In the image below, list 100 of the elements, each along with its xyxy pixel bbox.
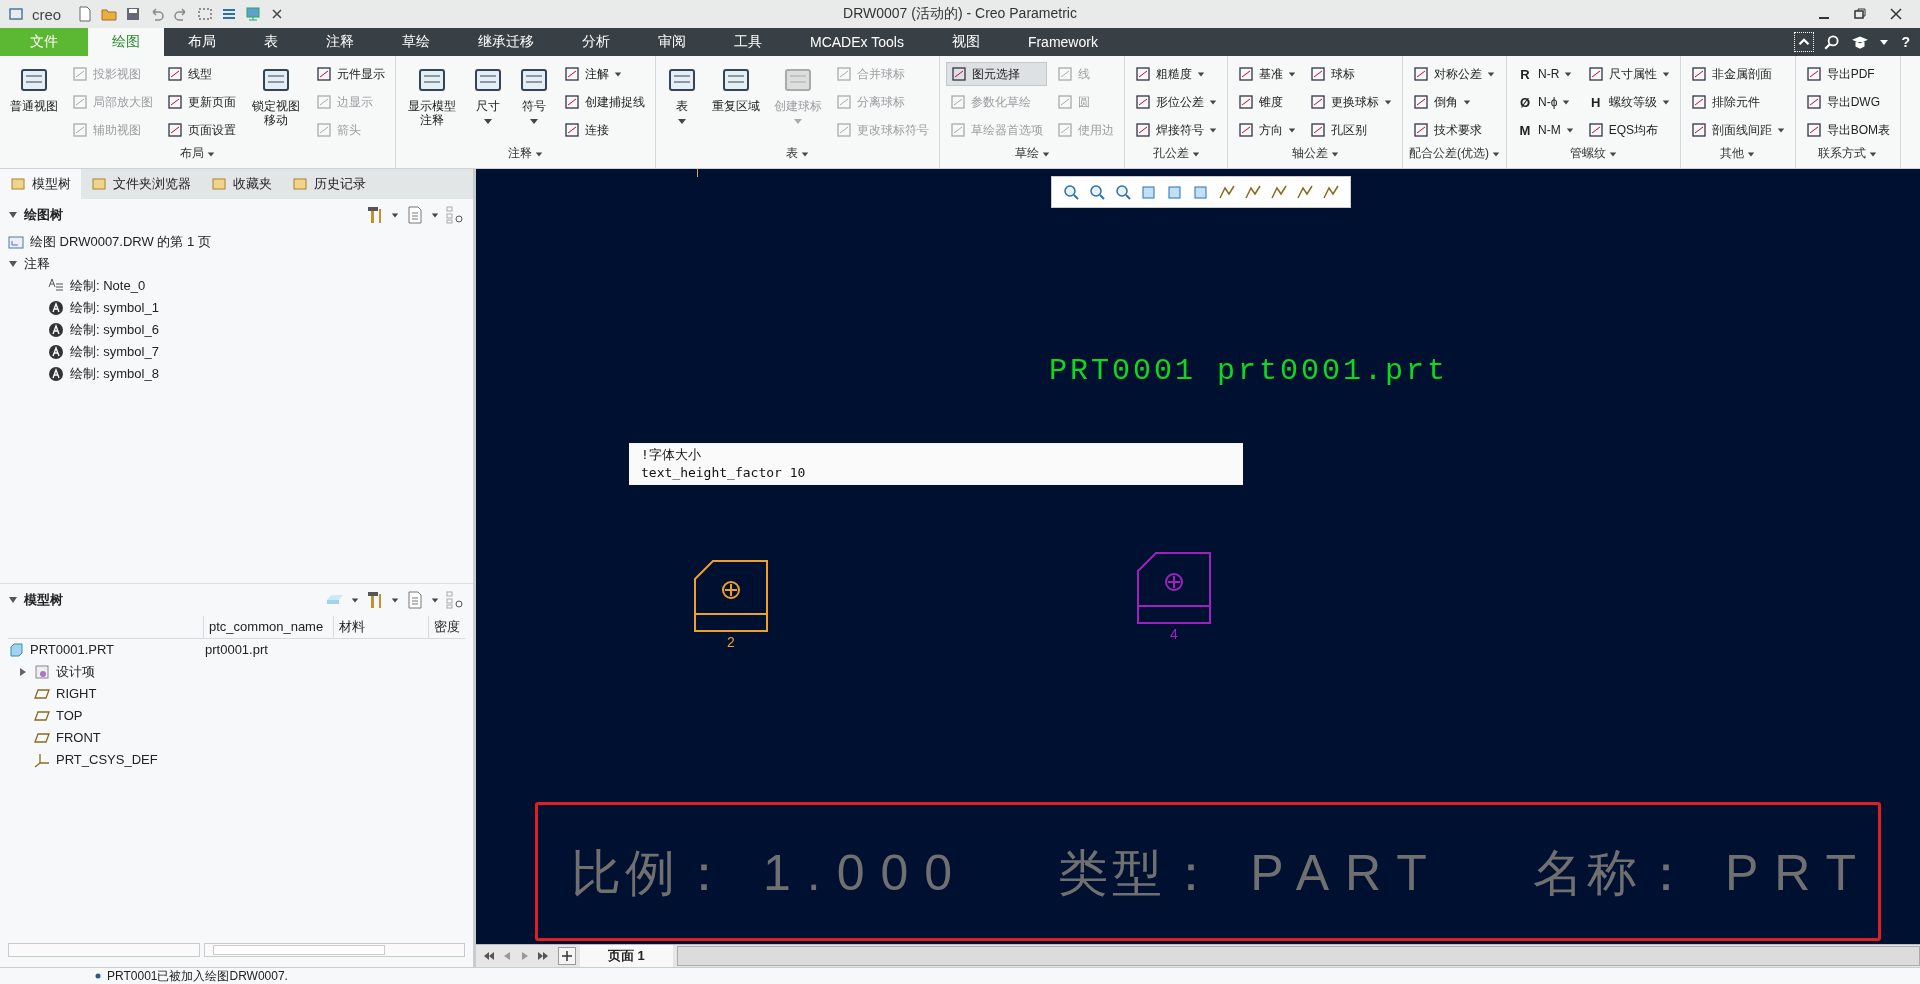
tree-item[interactable]: PRT_CSYS_DEF xyxy=(56,749,158,771)
column-header[interactable]: 密度 xyxy=(428,616,464,638)
group-label[interactable]: 轴公差 xyxy=(1291,143,1328,164)
ribbon-button[interactable]: 锁定视图移动 xyxy=(246,62,306,130)
caret-icon[interactable] xyxy=(1191,149,1200,158)
view-tool-icon[interactable] xyxy=(1088,183,1106,201)
tree-filter-icon[interactable] xyxy=(445,590,465,610)
view-tool-icon[interactable] xyxy=(1296,183,1314,201)
collapse-ribbon-icon[interactable] xyxy=(1795,33,1814,51)
ribbon-button[interactable]: M N-M xyxy=(1513,118,1578,142)
ribbon-button[interactable]: 粗糙度 xyxy=(1131,62,1221,86)
caret-icon[interactable] xyxy=(431,596,439,604)
panel-tab[interactable]: 文件夹浏览器 xyxy=(81,169,201,199)
view-tool-icon[interactable] xyxy=(1062,183,1080,201)
ribbon-button[interactable]: Ø N-ϕ xyxy=(1513,90,1578,114)
save-icon[interactable] xyxy=(125,6,142,22)
selection-box-icon[interactable] xyxy=(197,6,214,22)
view-tool-icon[interactable] xyxy=(1322,183,1340,201)
add-page-icon[interactable] xyxy=(558,947,576,965)
caret-icon[interactable] xyxy=(391,596,399,604)
scrollbar[interactable] xyxy=(8,943,200,957)
caret-icon[interactable] xyxy=(351,596,359,604)
ribbon-tab[interactable]: 工具 xyxy=(710,28,786,56)
group-label[interactable]: 孔公差 xyxy=(1152,143,1189,164)
panel-tab[interactable]: 收藏夹 xyxy=(201,169,282,199)
help-button[interactable]: ? xyxy=(1901,34,1910,50)
ribbon-tab[interactable]: 注释 xyxy=(302,28,378,56)
ribbon-button[interactable]: 基准 xyxy=(1234,62,1300,86)
ribbon-button[interactable]: 尺寸 xyxy=(468,62,508,129)
expand-triangle-icon[interactable] xyxy=(8,259,18,269)
undo-icon[interactable] xyxy=(149,6,166,22)
ribbon-button[interactable]: 普通视图 xyxy=(6,62,62,116)
ribbon-tab[interactable]: 视图 xyxy=(927,28,1004,56)
caret-icon[interactable] xyxy=(1492,149,1500,158)
ribbon-button[interactable]: 创建捕捉线 xyxy=(560,90,649,114)
ribbon-button[interactable]: H 螺纹等级 xyxy=(1583,90,1674,114)
collapse-triangle-icon[interactable] xyxy=(8,595,18,605)
tree-item[interactable]: RIGHT xyxy=(56,683,97,705)
caret-icon[interactable] xyxy=(1608,149,1617,158)
group-label[interactable]: 草绘 xyxy=(1014,143,1039,164)
scrollbar[interactable] xyxy=(204,943,465,957)
caret-icon[interactable] xyxy=(431,211,439,219)
tree-filter-icon[interactable] xyxy=(445,205,465,225)
caret-icon[interactable] xyxy=(207,149,215,158)
tree-item[interactable]: 绘制: symbol_1 xyxy=(70,299,159,317)
ribbon-tab[interactable]: 分析 xyxy=(558,28,634,56)
ribbon-button[interactable]: 剖面线间距 xyxy=(1686,118,1789,142)
ribbon-button[interactable]: 排除元件 xyxy=(1686,90,1789,114)
panel-tab[interactable]: 历史记录 xyxy=(282,169,376,199)
new-file-icon[interactable] xyxy=(77,6,94,22)
ribbon-button[interactable]: 页面设置 xyxy=(163,118,240,142)
ribbon-tab[interactable]: 表 xyxy=(240,28,302,56)
ribbon-tab[interactable]: 草绘 xyxy=(378,28,454,56)
ribbon-button[interactable]: 表 xyxy=(662,62,702,129)
view-tool-icon[interactable] xyxy=(1244,183,1262,201)
ribbon-button[interactable]: 孔区别 xyxy=(1306,118,1396,142)
ribbon-button[interactable]: 球标 xyxy=(1306,62,1396,86)
scrollbar[interactable] xyxy=(676,946,1920,966)
tree-item[interactable]: 绘制: symbol_7 xyxy=(70,343,159,361)
group-label[interactable]: 配合公差(优选) xyxy=(1409,143,1489,164)
tree-item[interactable]: TOP xyxy=(56,705,83,727)
caret-icon[interactable] xyxy=(1747,149,1756,158)
tree-item[interactable]: 绘制: Note_0 xyxy=(70,277,146,295)
column-header[interactable]: ptc_common_name xyxy=(203,616,333,638)
ribbon-tab[interactable]: 绘图 xyxy=(88,28,164,56)
ribbon-button[interactable]: 注解 xyxy=(560,62,649,86)
ribbon-button[interactable]: 技术要求 xyxy=(1409,118,1499,142)
group-label[interactable]: 管螺纹 xyxy=(1569,143,1606,164)
column-header[interactable]: 材料 xyxy=(333,616,428,638)
ribbon-button[interactable]: R N-R xyxy=(1513,62,1578,86)
caret-icon[interactable] xyxy=(1869,149,1878,158)
ribbon-button[interactable]: 锥度 xyxy=(1234,90,1300,114)
ribbon-button[interactable]: 对称公差 xyxy=(1409,62,1499,86)
page-tab[interactable]: 页面 1 xyxy=(580,945,673,967)
ribbon-button[interactable]: 导出DWG xyxy=(1801,90,1894,114)
ribbon-button[interactable]: 非金属剖面 xyxy=(1686,62,1789,86)
ribbon-button[interactable]: 连接 xyxy=(560,118,649,142)
tree-item[interactable]: 注释 xyxy=(24,255,50,273)
caret-icon[interactable] xyxy=(391,211,399,219)
ribbon-tab[interactable]: MCADEx Tools xyxy=(786,28,928,56)
group-label[interactable]: 联系方式 xyxy=(1818,143,1867,164)
ribbon-button[interactable]: EQS均布 xyxy=(1583,118,1674,142)
view-tool-icon[interactable] xyxy=(1218,183,1236,201)
expand-triangle-icon[interactable] xyxy=(18,667,28,677)
ribbon-button[interactable]: 方向 xyxy=(1234,118,1300,142)
tree-item[interactable]: 绘制: symbol_8 xyxy=(70,365,159,383)
group-label[interactable]: 表 xyxy=(786,143,798,164)
ribbon-tab[interactable]: 布局 xyxy=(164,28,240,56)
view-tool-icon[interactable] xyxy=(1114,183,1132,201)
tree-item[interactable]: 设计项 xyxy=(56,661,95,683)
ribbon-button[interactable]: 线型 xyxy=(163,62,240,86)
view-tool-icon[interactable] xyxy=(1270,183,1288,201)
ribbon-button[interactable]: 元件显示 xyxy=(312,62,389,86)
caret-icon[interactable] xyxy=(535,149,543,158)
ribbon-button[interactable]: 图元选择 xyxy=(946,62,1047,86)
ribbon-button[interactable]: 形位公差 xyxy=(1131,90,1221,114)
ribbon-button[interactable]: 尺寸属性 xyxy=(1583,62,1674,86)
ribbon-button[interactable]: 导出PDF xyxy=(1801,62,1894,86)
ribbon-button[interactable]: 更新页面 xyxy=(163,90,240,114)
restore-icon[interactable] xyxy=(1852,6,1868,22)
